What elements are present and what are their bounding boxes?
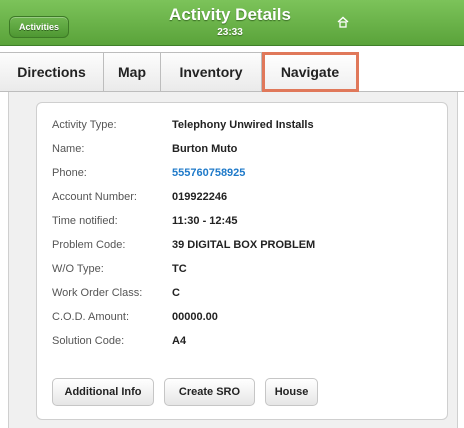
detail-value: 11:30 - 12:45 bbox=[172, 215, 238, 227]
home-icon[interactable] bbox=[336, 15, 350, 29]
detail-label: Solution Code: bbox=[52, 335, 125, 347]
detail-label: Activity Type: bbox=[52, 119, 117, 131]
detail-value: 00000.00 bbox=[172, 311, 218, 323]
header-bar: Activities Activity Details 23:33 bbox=[0, 0, 464, 46]
tab-navigate[interactable]: Navigate bbox=[262, 52, 359, 92]
tab-inventory[interactable]: Inventory bbox=[161, 52, 262, 92]
tab-map[interactable]: Map bbox=[104, 52, 161, 92]
detail-label: Name: bbox=[52, 143, 85, 155]
detail-label: C.O.D. Amount: bbox=[52, 311, 130, 323]
detail-value: Telephony Unwired Installs bbox=[172, 119, 314, 131]
create-sro-button[interactable]: Create SRO bbox=[164, 378, 255, 406]
detail-value: TC bbox=[172, 263, 187, 275]
detail-value: 019922246 bbox=[172, 191, 228, 203]
phone-link[interactable]: 555760758925 bbox=[172, 163, 432, 183]
detail-value: 39 DIGITAL BOX PROBLEM bbox=[172, 239, 316, 251]
house-button[interactable]: House bbox=[265, 378, 318, 406]
activities-back-button[interactable]: Activities bbox=[9, 16, 69, 38]
detail-label: Time notified: bbox=[52, 215, 118, 227]
tab-bar: Directions Map Inventory Navigate bbox=[0, 52, 464, 92]
detail-label: Phone: bbox=[52, 167, 87, 179]
activity-details-card: Activity Type: Telephony Unwired Install… bbox=[36, 102, 448, 420]
detail-value: A4 bbox=[172, 335, 187, 347]
detail-label: Work Order Class: bbox=[52, 287, 143, 299]
detail-label: W/O Type: bbox=[52, 263, 104, 275]
tab-bar-filler bbox=[359, 52, 464, 92]
tab-directions[interactable]: Directions bbox=[0, 52, 104, 92]
detail-label: Problem Code: bbox=[52, 239, 126, 251]
clock-time: 23:33 bbox=[217, 27, 243, 38]
additional-info-button[interactable]: Additional Info bbox=[52, 378, 154, 406]
page-title: Activity Details bbox=[169, 5, 291, 24]
detail-label: Account Number: bbox=[52, 191, 137, 203]
detail-value: C bbox=[172, 287, 180, 299]
detail-value: Burton Muto bbox=[172, 143, 238, 155]
